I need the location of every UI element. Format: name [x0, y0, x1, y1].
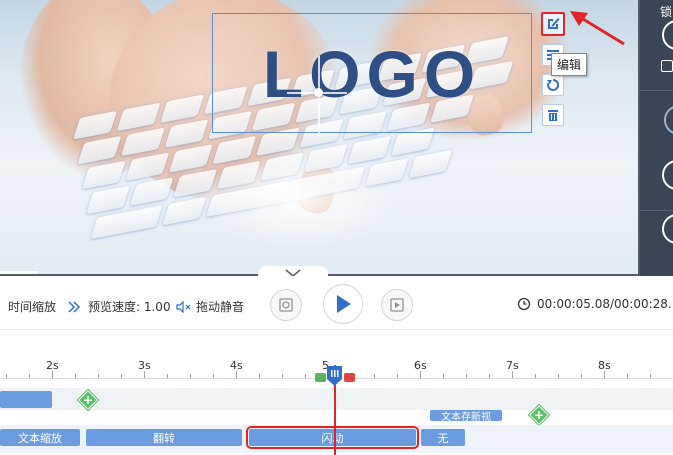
tick-mark — [558, 374, 559, 378]
next-frame-icon — [390, 298, 404, 312]
tick-mark — [282, 374, 283, 378]
edit-button[interactable] — [541, 12, 565, 36]
lock-label: 锁 — [660, 5, 673, 19]
text-clip[interactable]: 文本存新视 — [430, 410, 502, 421]
tick-mark — [420, 371, 421, 378]
time-readout-text: 00:00:05.08/00:00:28. — [537, 297, 672, 311]
plus-icon: + — [82, 393, 94, 407]
editor-window: LOGO 编辑 锁 时间缩放 预览速度: 1.00 拖动静音 00:00:05.… — [0, 0, 673, 455]
tick-mark — [627, 374, 628, 378]
preview-canvas[interactable]: LOGO 编辑 — [0, 0, 640, 276]
tick-mark — [98, 374, 99, 378]
time-zoom-label: 时间缩放 — [8, 300, 57, 314]
tick-mark — [443, 374, 444, 378]
tick-mark — [650, 374, 651, 378]
snapshot-button[interactable] — [270, 289, 302, 321]
property-knob[interactable] — [662, 160, 673, 190]
edit-tooltip: 编辑 — [551, 53, 588, 76]
preview-speed-label: 预览速度: 1.00 — [88, 300, 171, 314]
delete-icon — [548, 110, 558, 121]
property-knob[interactable] — [664, 105, 673, 135]
rotate-button[interactable] — [542, 74, 564, 96]
tick-mark — [581, 374, 582, 378]
panel-divider — [640, 90, 673, 91]
tick-mark — [604, 371, 605, 378]
tick-mark — [29, 374, 30, 378]
clock-icon — [517, 297, 531, 311]
plus-icon: + — [533, 408, 545, 422]
playhead-handle[interactable] — [326, 365, 343, 387]
animation-clip-selected[interactable]: 闪动 — [246, 426, 419, 449]
tick-mark — [190, 374, 191, 378]
timeline[interactable]: 2s 3s 4s 5 6s 7s 8s + 文本存新视 + 文本缩放 翻转 闪动… — [0, 329, 673, 455]
logo-selection-box[interactable]: LOGO — [212, 13, 532, 136]
next-frame-button[interactable] — [381, 289, 413, 321]
move-handle[interactable] — [314, 88, 323, 97]
animation-clip[interactable]: 翻转 — [86, 429, 242, 446]
tick-mark — [466, 374, 467, 378]
preview-corner-mark — [0, 271, 38, 274]
mute-icon — [176, 300, 191, 313]
drag-mute-label: 拖动静音 — [196, 300, 245, 314]
chevron-down-icon — [285, 269, 301, 276]
rotate-icon — [547, 78, 560, 91]
play-icon — [337, 295, 351, 313]
tick-mark — [167, 374, 168, 378]
properties-panel: 锁 — [640, 0, 673, 276]
playback-controls: 时间缩放 预览速度: 1.00 拖动静音 00:00:05.08/00:00:2… — [0, 281, 673, 329]
time-readout: 00:00:05.08/00:00:28. — [517, 297, 672, 311]
play-button[interactable] — [323, 284, 363, 324]
preview-image-glow — [200, 150, 400, 250]
tick-mark — [305, 374, 306, 378]
speed-icon — [68, 300, 81, 313]
tick-mark — [75, 374, 76, 378]
tick-mark — [374, 374, 375, 378]
tick-mark — [489, 374, 490, 378]
tick-mark — [52, 371, 53, 378]
drag-mute-control[interactable]: 拖动静音 — [176, 298, 244, 315]
collapse-preview-button[interactable] — [258, 266, 328, 276]
tick-mark — [236, 371, 237, 378]
tick-mark — [144, 371, 145, 378]
tick-mark — [535, 374, 536, 378]
animation-clip[interactable]: 文本缩放 — [0, 429, 80, 446]
playhead-right-marker[interactable] — [344, 373, 355, 382]
playhead-left-marker[interactable] — [315, 373, 326, 382]
tick-mark — [213, 374, 214, 378]
edit-icon — [548, 18, 560, 29]
time-zoom-control[interactable]: 时间缩放 — [0, 298, 56, 315]
annotation-arrow — [570, 11, 625, 46]
animation-clip[interactable]: 无 — [421, 429, 465, 446]
property-knob[interactable] — [662, 214, 673, 244]
tick-mark — [397, 374, 398, 378]
preview-speed-control[interactable]: 预览速度: 1.00 — [68, 298, 171, 315]
logo-text: LOGO — [262, 37, 482, 111]
tick-mark — [259, 374, 260, 378]
panel-divider — [640, 210, 673, 211]
camera-icon — [279, 298, 293, 312]
tick-mark — [512, 371, 513, 378]
lock-checkbox[interactable] — [661, 60, 673, 72]
timeline-clip[interactable] — [0, 391, 52, 408]
tick-mark — [121, 374, 122, 378]
tick-mark — [6, 374, 7, 378]
delete-button[interactable] — [542, 104, 564, 126]
track-background — [0, 388, 673, 410]
property-knob[interactable] — [662, 20, 673, 50]
